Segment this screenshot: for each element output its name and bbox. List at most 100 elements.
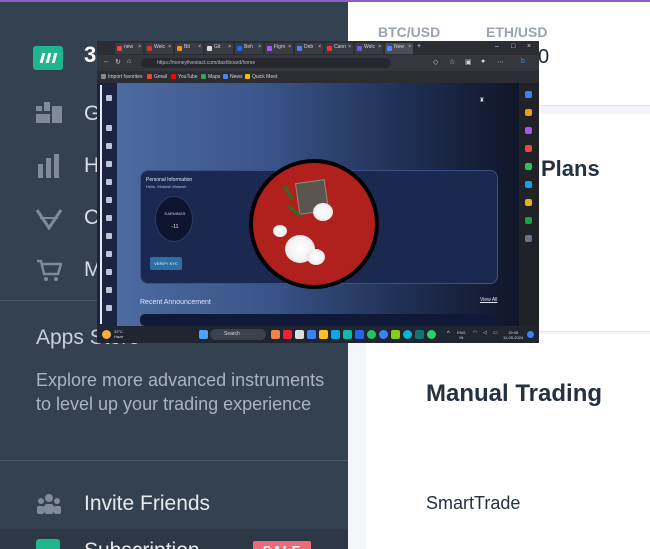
browser-tab[interactable]: Welc × <box>355 43 383 54</box>
browser-tab-bar: new × Welc × Bit × Git × Beh × Figm × Deb × Can… <box>97 41 539 55</box>
clock[interactable]: 19:05 11-05-2024 <box>503 330 523 340</box>
logout-icon[interactable] <box>106 305 112 311</box>
chevron-up-icon[interactable]: ^ <box>447 331 450 337</box>
profile-icon[interactable]: ● <box>481 58 485 65</box>
add-icon[interactable] <box>525 235 532 242</box>
store-icon[interactable] <box>331 330 340 339</box>
browser-tab[interactable]: Git × <box>205 43 233 54</box>
browser-tab[interactable]: Cann × <box>325 43 353 54</box>
bookmark-news[interactable]: News <box>223 74 243 80</box>
tab-favicon-icon <box>327 46 332 51</box>
taskview-icon[interactable] <box>295 330 304 339</box>
bookmark-gmail[interactable]: Gmail <box>147 74 167 80</box>
office-icon[interactable] <box>525 163 532 170</box>
close-window-icon[interactable]: × <box>527 43 531 50</box>
search-icon[interactable] <box>525 91 532 98</box>
close-icon[interactable]: × <box>348 44 351 50</box>
bookmark-import[interactable]: Import favorites <box>101 74 142 80</box>
menu-icon[interactable] <box>106 95 112 101</box>
chrome-icon[interactable] <box>367 330 376 339</box>
browser-tab[interactable]: new × <box>115 43 143 54</box>
shield-icon[interactable] <box>106 251 112 257</box>
collections-icon[interactable]: ▣ <box>465 58 472 66</box>
browser-tab[interactable]: Deb × <box>295 43 323 54</box>
history-icon[interactable] <box>106 179 112 185</box>
invite-friends-label: Invite Friends <box>84 492 211 515</box>
browser-tab[interactable]: Beh × <box>235 43 263 54</box>
battery-icon[interactable]: ▭ <box>493 331 498 336</box>
support-icon[interactable] <box>106 287 112 293</box>
lock-icon[interactable] <box>106 215 112 221</box>
close-icon[interactable]: × <box>378 44 381 50</box>
plans-title: Plans <box>541 156 600 181</box>
whatsapp-icon[interactable] <box>427 330 436 339</box>
close-icon[interactable]: × <box>168 44 171 50</box>
shopping-icon[interactable] <box>525 109 532 116</box>
widgets-icon[interactable] <box>271 330 280 339</box>
close-icon[interactable]: × <box>408 44 411 50</box>
designer-icon[interactable] <box>525 217 532 224</box>
team-icon[interactable] <box>106 197 112 203</box>
bookmark-youtube[interactable]: YouTube <box>171 74 198 80</box>
app-logo-icon[interactable] <box>33 46 63 70</box>
weather-icon[interactable] <box>102 330 111 339</box>
volume-icon[interactable]: ◁ <box>483 331 487 336</box>
document-icon[interactable] <box>106 269 112 275</box>
dashboard-icon[interactable] <box>106 125 112 131</box>
address-input[interactable]: https://moneyfivestact.com/dashboard/hom… <box>141 58 391 68</box>
view-all-link[interactable]: View All <box>480 297 497 303</box>
browser-tab-active[interactable]: New × <box>385 43 413 54</box>
verify-kyc-button[interactable]: VERIFY KYC <box>150 257 182 270</box>
start-icon[interactable] <box>199 330 208 339</box>
invite-friends-item[interactable]: Invite Friends <box>0 486 348 526</box>
app-icon[interactable] <box>283 330 292 339</box>
copilot-icon[interactable]: b <box>521 58 525 65</box>
tab-favicon-icon <box>177 46 182 51</box>
mail-icon[interactable] <box>343 330 352 339</box>
edge-icon[interactable] <box>307 330 316 339</box>
wallet-icon[interactable] <box>106 143 112 149</box>
close-icon[interactable]: × <box>198 44 201 50</box>
browser-tab[interactable]: Figm × <box>265 43 293 54</box>
bookmark-label: YouTube <box>178 74 198 80</box>
vscode-icon[interactable] <box>355 330 364 339</box>
notification-icon[interactable] <box>527 331 534 338</box>
reload-icon[interactable]: ↻ <box>115 58 121 66</box>
cart-icon <box>36 258 63 282</box>
language-indicator[interactable]: ENG IN <box>457 330 466 340</box>
smarttrade-link[interactable]: SmartTrade <box>426 493 520 514</box>
subscription-item[interactable]: Subscription SALE <box>0 529 348 549</box>
extension-icon[interactable]: ◇ <box>433 58 438 66</box>
close-icon[interactable]: × <box>288 44 291 50</box>
photos-icon[interactable] <box>415 330 424 339</box>
back-icon[interactable]: ← <box>103 58 110 65</box>
check-v-icon <box>35 206 63 231</box>
wifi-icon[interactable]: ◠ <box>473 331 477 336</box>
settings-icon[interactable] <box>403 330 412 339</box>
close-icon[interactable]: × <box>258 44 261 50</box>
home-icon[interactable]: ⌂ <box>127 58 131 65</box>
close-icon[interactable]: × <box>318 44 321 50</box>
taskbar-search[interactable]: Search <box>210 329 266 340</box>
close-icon[interactable]: × <box>228 44 231 50</box>
drop-icon[interactable] <box>525 199 532 206</box>
games-icon[interactable] <box>525 145 532 152</box>
chat-icon[interactable] <box>391 330 400 339</box>
new-tab-icon[interactable]: + <box>417 43 421 50</box>
explorer-icon[interactable] <box>319 330 328 339</box>
favorites-icon[interactable]: ☆ <box>449 58 455 66</box>
browser-tab[interactable]: Welc × <box>145 43 173 54</box>
announce-icon[interactable] <box>106 161 112 167</box>
outlook-icon[interactable] <box>525 181 532 188</box>
browser-icon[interactable] <box>379 330 388 339</box>
minimize-icon[interactable]: – <box>495 43 499 50</box>
maximize-icon[interactable]: □ <box>511 43 515 50</box>
clock-date: 11-05-2024 <box>503 335 524 340</box>
bookmark-quick-meet[interactable]: Quick Meet <box>245 74 277 80</box>
browser-tab[interactable]: Bit × <box>175 43 203 54</box>
share-icon[interactable] <box>106 233 112 239</box>
tools-icon[interactable] <box>525 127 532 134</box>
close-icon[interactable]: × <box>138 44 141 50</box>
bookmark-maps[interactable]: Maps <box>201 74 220 80</box>
more-icon[interactable]: ⋯ <box>497 58 504 66</box>
